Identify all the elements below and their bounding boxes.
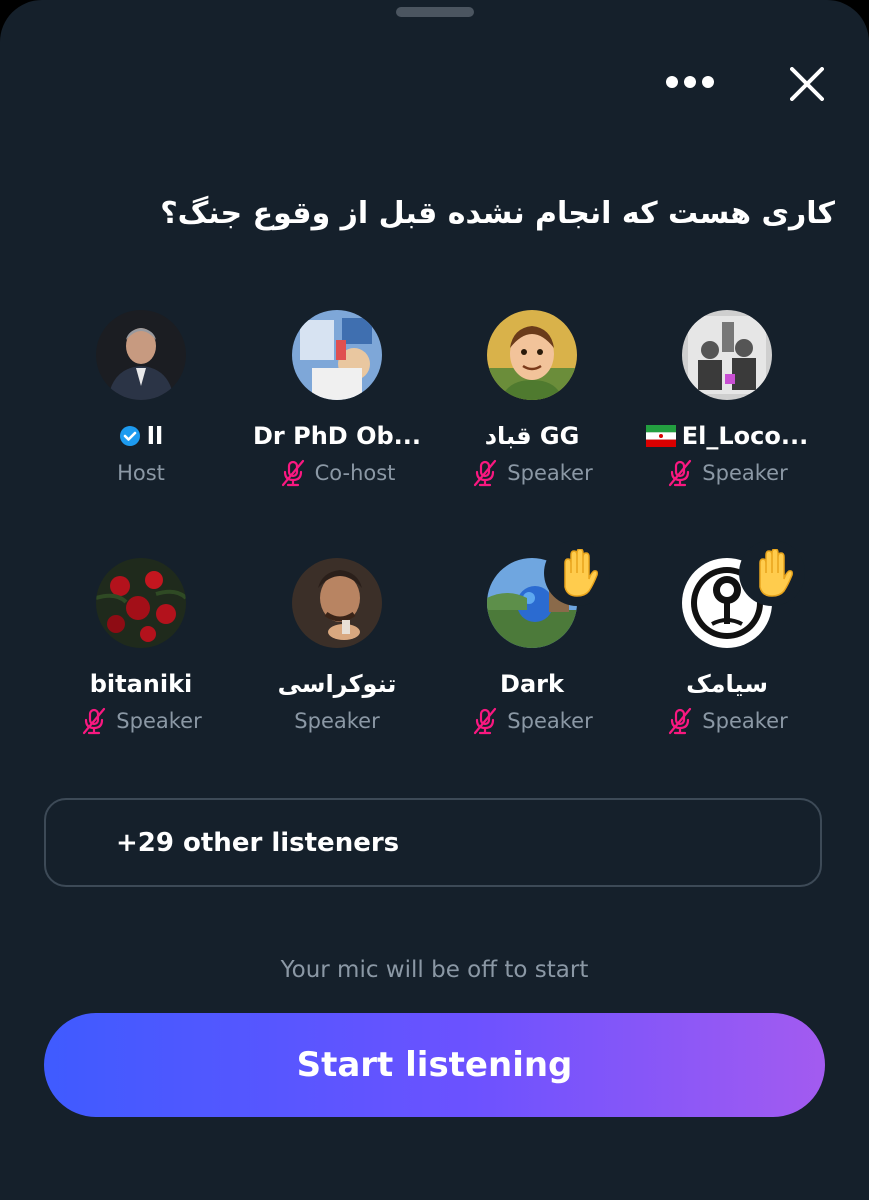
participant-role-row: Co-host — [239, 456, 435, 490]
participant-role: Co-host — [314, 461, 396, 485]
other-listeners-label: +29 other listeners — [116, 828, 400, 858]
participants-grid: اا Host Dr PhD Ob... Co-host قباد GG Spe… — [0, 0, 869, 800]
mic-off-icon — [83, 707, 106, 735]
mic-off-icon — [474, 459, 497, 487]
participant-name-row: اا — [43, 416, 239, 456]
other-listeners-button[interactable]: +29 other listeners — [44, 798, 822, 887]
participant-role: Speaker — [507, 709, 593, 733]
participant-role: Speaker — [116, 709, 202, 733]
avatar — [96, 558, 186, 648]
participant-card[interactable]: اا Host — [43, 310, 239, 510]
avatar — [96, 310, 186, 400]
participant-role-row: Speaker — [629, 704, 825, 738]
participant-name: تنوکراسی — [277, 670, 397, 698]
participant-role-row: Speaker — [629, 456, 825, 490]
participant-role: Speaker — [294, 709, 380, 733]
space-sheet: کاری هست که انجام نشده قبل از وقوع جنگ؟ … — [0, 0, 869, 1200]
raised-hand-icon — [564, 549, 598, 597]
mic-off-icon — [669, 707, 692, 735]
participant-card[interactable]: Dr PhD Ob... Co-host — [239, 310, 435, 510]
participant-role-row: Speaker — [239, 704, 435, 738]
participant-card[interactable]: El_Loco... Speaker — [629, 310, 825, 510]
raised-hand-badge — [739, 540, 805, 606]
participant-name: Dark — [500, 670, 564, 698]
participant-name-row: El_Loco... — [629, 416, 825, 456]
avatar — [487, 310, 577, 400]
participant-name: اا — [146, 422, 164, 450]
participant-card[interactable]: Dark Speaker — [434, 540, 630, 758]
participant-name-row: قباد GG — [434, 416, 630, 456]
participant-name-row: تنوکراسی — [239, 664, 435, 704]
start-listening-button[interactable]: Start listening — [44, 1013, 825, 1117]
avatar — [292, 558, 382, 648]
participant-card[interactable]: سیامک Speaker — [629, 540, 825, 758]
participant-role-row: Host — [43, 456, 239, 490]
participant-role: Speaker — [507, 461, 593, 485]
participant-name: سیامک — [686, 670, 768, 698]
participant-role-row: Speaker — [434, 704, 630, 738]
participant-role: Host — [117, 461, 165, 485]
mic-off-icon — [474, 707, 497, 735]
verified-badge-icon — [119, 426, 140, 446]
participant-name: El_Loco... — [681, 422, 809, 450]
mic-off-icon — [669, 459, 692, 487]
participant-card[interactable]: قباد GG Speaker — [434, 310, 630, 510]
iran-flag-icon — [645, 425, 676, 447]
avatar — [292, 310, 382, 400]
avatar — [682, 310, 772, 400]
participant-name: bitaniki — [89, 670, 193, 698]
participant-name-row: bitaniki — [43, 664, 239, 704]
participant-name: قباد GG — [484, 422, 580, 450]
participant-role: Speaker — [702, 709, 788, 733]
participant-role: Speaker — [702, 461, 788, 485]
raised-hand-icon — [759, 549, 793, 597]
mic-off-icon — [281, 459, 304, 487]
participant-name: Dr PhD Ob... — [253, 422, 421, 450]
mic-off-notice: Your mic will be off to start — [280, 957, 589, 983]
participant-card[interactable]: bitaniki Speaker — [43, 558, 239, 758]
participant-name-row: سیامک — [629, 664, 825, 704]
participant-name-row: Dark — [434, 664, 630, 704]
participant-role-row: Speaker — [434, 456, 630, 490]
participant-name-row: Dr PhD Ob... — [239, 416, 435, 456]
participant-card[interactable]: تنوکراسی Speaker — [239, 558, 435, 758]
raised-hand-badge — [544, 540, 610, 606]
participant-role-row: Speaker — [43, 704, 239, 738]
